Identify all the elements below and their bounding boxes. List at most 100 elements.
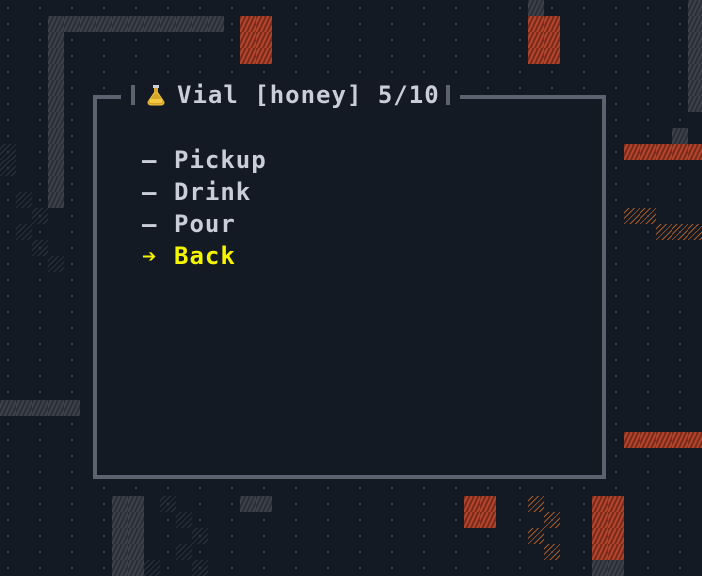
floor-tile xyxy=(256,544,272,560)
rubble-tile xyxy=(640,208,656,224)
floor-tile xyxy=(608,0,624,16)
menu-item-pickup[interactable]: – Pickup xyxy=(142,144,267,176)
floor-tile xyxy=(672,304,688,320)
floor-tile xyxy=(608,16,624,32)
floor-tile xyxy=(320,48,336,64)
menu-item-pour[interactable]: – Pour xyxy=(142,208,267,240)
floor-tile xyxy=(576,32,592,48)
floor-tile xyxy=(640,192,656,208)
floor-tile xyxy=(608,256,624,272)
floor-tile xyxy=(416,0,432,16)
floor-tile xyxy=(416,512,432,528)
floor-tile xyxy=(32,80,48,96)
floor-tile xyxy=(64,272,80,288)
floor-tile xyxy=(672,272,688,288)
floor-tile xyxy=(288,480,304,496)
floor-tile xyxy=(448,16,464,32)
floor-tile xyxy=(640,96,656,112)
floor-tile xyxy=(512,16,528,32)
floor-tile xyxy=(608,144,624,160)
floor-tile xyxy=(608,352,624,368)
floor-tile xyxy=(640,512,656,528)
brick-wall-tile xyxy=(608,528,624,544)
floor-tile xyxy=(672,368,688,384)
stone-wall-tile xyxy=(48,176,64,192)
floor-tile xyxy=(640,224,656,240)
floor-tile xyxy=(0,48,16,64)
floor-tile xyxy=(608,432,624,448)
floor-tile xyxy=(288,0,304,16)
stone-wall-tile xyxy=(128,16,144,32)
stone-wall-tile xyxy=(128,496,144,512)
brick-wall-tile xyxy=(256,32,272,48)
floor-tile xyxy=(64,480,80,496)
floor-tile xyxy=(320,16,336,32)
floor-tile xyxy=(64,368,80,384)
floor-tile xyxy=(0,336,16,352)
floor-tile xyxy=(32,144,48,160)
floor-tile xyxy=(384,64,400,80)
floor-tile xyxy=(0,128,16,144)
floor-tile xyxy=(352,16,368,32)
floor-tile xyxy=(32,560,48,576)
floor-tile xyxy=(32,112,48,128)
floor-tile xyxy=(96,496,112,512)
brick-wall-tile xyxy=(672,432,688,448)
floor-tile xyxy=(160,544,176,560)
stone-wall-tile xyxy=(208,16,224,32)
floor-tile xyxy=(32,192,48,208)
stone-wall-tile xyxy=(672,128,688,144)
floor-tile xyxy=(384,48,400,64)
brick-wall-tile xyxy=(592,544,608,560)
rubble-tile xyxy=(32,208,48,224)
floor-tile xyxy=(32,480,48,496)
floor-tile xyxy=(32,336,48,352)
floor-tile xyxy=(672,80,688,96)
floor-tile xyxy=(320,512,336,528)
action-menu: – Pickup – Drink – Pour ➔ Back xyxy=(142,144,267,272)
floor-tile xyxy=(672,480,688,496)
rubble-tile xyxy=(192,560,208,576)
floor-tile xyxy=(320,64,336,80)
floor-tile xyxy=(0,224,16,240)
floor-tile xyxy=(96,480,112,496)
brick-wall-tile xyxy=(656,432,672,448)
floor-tile xyxy=(160,0,176,16)
floor-tile xyxy=(288,48,304,64)
floor-tile xyxy=(576,528,592,544)
brick-wall-tile xyxy=(640,432,656,448)
floor-tile xyxy=(32,16,48,32)
floor-tile xyxy=(224,64,240,80)
floor-tile xyxy=(352,480,368,496)
floor-tile xyxy=(32,176,48,192)
floor-tile xyxy=(256,560,272,576)
floor-tile xyxy=(224,544,240,560)
rubble-tile xyxy=(0,144,16,160)
floor-tile xyxy=(288,64,304,80)
floor-tile xyxy=(672,464,688,480)
floor-tile xyxy=(192,512,208,528)
menu-item-drink[interactable]: – Drink xyxy=(142,176,267,208)
floor-tile xyxy=(64,32,80,48)
floor-tile xyxy=(0,32,16,48)
floor-tile xyxy=(608,480,624,496)
floor-tile xyxy=(608,336,624,352)
floor-tile xyxy=(0,320,16,336)
floor-tile xyxy=(416,32,432,48)
menu-item-label: Pour xyxy=(174,210,236,238)
rubble-tile xyxy=(160,496,176,512)
rubble-tile xyxy=(672,224,688,240)
floor-tile xyxy=(576,496,592,512)
floor-tile xyxy=(576,560,592,576)
floor-tile xyxy=(672,208,688,224)
brick-wall-tile xyxy=(592,496,608,512)
menu-item-back[interactable]: ➔ Back xyxy=(142,240,267,272)
stone-wall-tile xyxy=(48,160,64,176)
floor-tile xyxy=(256,480,272,496)
floor-tile xyxy=(672,448,688,464)
brick-wall-tile xyxy=(608,496,624,512)
floor-tile xyxy=(640,496,656,512)
floor-tile xyxy=(640,544,656,560)
floor-tile xyxy=(320,560,336,576)
floor-tile xyxy=(640,416,656,432)
